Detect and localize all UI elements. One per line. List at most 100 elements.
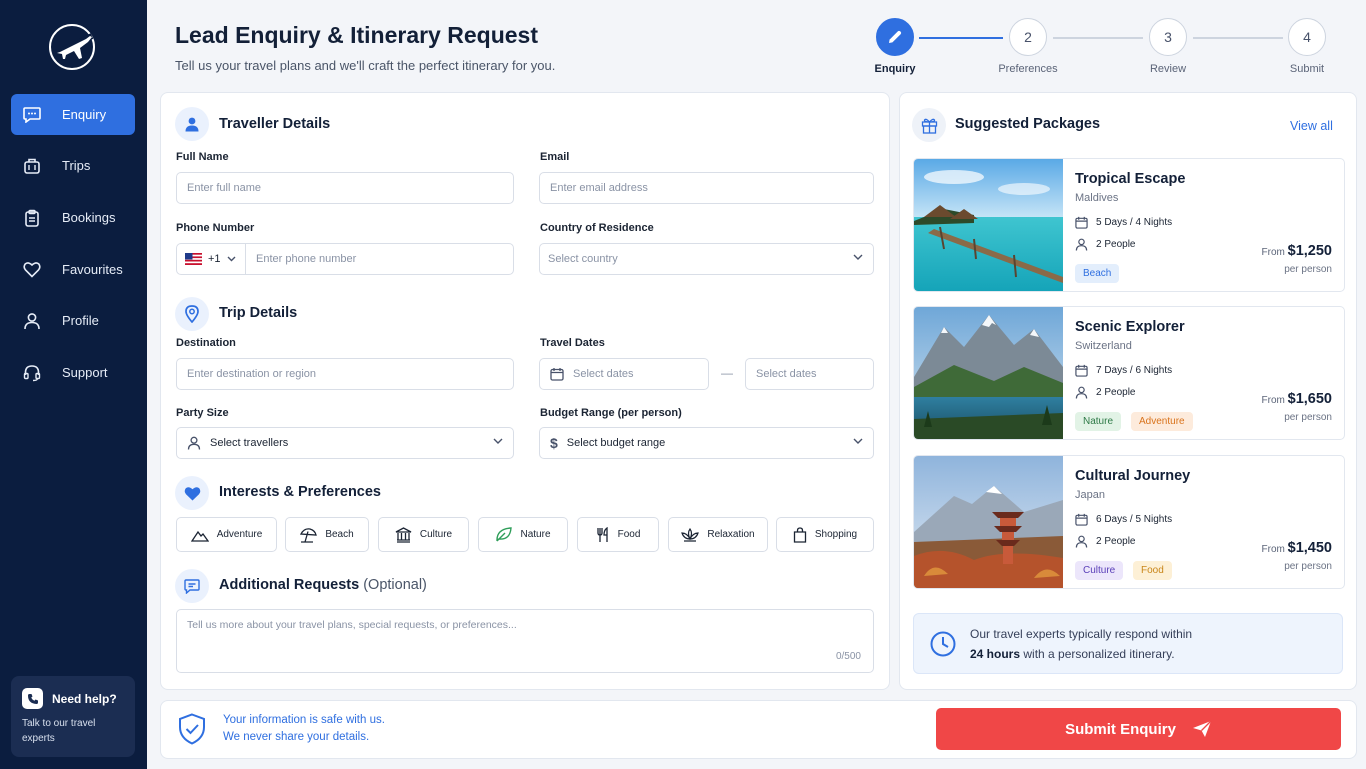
package-card-cultural-journey[interactable]: Cultural Journey Japan 6 Days / 5 Nights… xyxy=(913,455,1345,589)
suitcase-icon xyxy=(22,156,42,176)
step-connector xyxy=(1053,37,1143,39)
sidebar-item-profile[interactable]: Profile xyxy=(11,300,135,341)
sidebar-item-label: Bookings xyxy=(62,210,116,225)
user-icon xyxy=(22,311,42,331)
chat-icon xyxy=(22,105,42,125)
package-price: From $1,650 xyxy=(1261,391,1332,407)
umbrella-icon xyxy=(300,527,318,543)
character-counter: 0/500 xyxy=(835,651,861,662)
utensils-icon xyxy=(596,526,610,543)
budget-select[interactable]: $ Select budget range xyxy=(539,427,874,459)
interest-chip-nature[interactable]: Nature xyxy=(478,517,568,552)
calendar-icon xyxy=(1075,513,1088,526)
sidebar-item-trips[interactable]: Trips xyxy=(11,145,135,186)
tag-culture: Culture xyxy=(1075,561,1124,580)
location-pin-icon xyxy=(175,297,209,331)
package-people: 2 People xyxy=(1075,238,1135,251)
help-title: Need help? xyxy=(52,691,117,706)
tag-beach: Beach xyxy=(1075,264,1120,283)
progress-stepper: 2 3 4 Enquiry Preferences Review Submit xyxy=(866,18,1346,80)
step-4-label: Submit xyxy=(1289,63,1325,75)
step-1-circle[interactable] xyxy=(876,18,914,56)
submit-enquiry-button[interactable]: Submit Enquiry xyxy=(936,708,1341,750)
clipboard-icon xyxy=(22,208,42,228)
interest-chip-shopping[interactable]: Shopping xyxy=(776,517,874,552)
leaf-icon xyxy=(495,527,513,542)
dollar-icon: $ xyxy=(550,435,558,451)
step-4-circle[interactable]: 4 xyxy=(1288,18,1326,56)
heart-icon xyxy=(175,476,209,510)
bag-icon xyxy=(793,526,807,543)
package-price: From $1,450 xyxy=(1261,540,1332,556)
destination-input[interactable]: Enter destination or region xyxy=(176,358,514,390)
package-name: Cultural Journey xyxy=(1075,468,1191,484)
country-select[interactable]: Select country xyxy=(539,243,874,275)
mountain-icon xyxy=(190,528,209,542)
headset-icon xyxy=(22,363,42,383)
email-label: Email xyxy=(540,151,570,163)
interest-chip-culture[interactable]: Culture xyxy=(378,517,469,552)
step-connector xyxy=(919,37,1003,39)
party-size-label: Party Size xyxy=(176,407,229,419)
user-icon xyxy=(1075,535,1088,548)
chevron-down-icon xyxy=(493,438,503,444)
sidebar-item-label: Favourites xyxy=(62,262,123,277)
step-3-circle[interactable]: 3 xyxy=(1149,18,1187,56)
price-unit: per person xyxy=(1284,412,1332,423)
help-card[interactable]: Need help? Talk to our travel experts xyxy=(11,676,135,757)
tag-nature: Nature xyxy=(1075,412,1122,431)
user-icon xyxy=(175,107,209,141)
interest-chip-adventure[interactable]: Adventure xyxy=(176,517,277,552)
gift-icon xyxy=(912,108,946,142)
sidebar-item-enquiry[interactable]: Enquiry xyxy=(11,94,135,135)
start-date-input[interactable]: Select dates xyxy=(539,358,709,390)
price-unit: per person xyxy=(1284,561,1332,572)
interest-chip-relaxation[interactable]: Relaxation xyxy=(668,517,768,552)
budget-label: Budget Range (per person) xyxy=(540,407,682,419)
maldives-photo xyxy=(914,159,1063,291)
step-2-circle[interactable]: 2 xyxy=(1009,18,1047,56)
calendar-icon xyxy=(550,367,564,381)
package-people: 2 People xyxy=(1075,386,1135,399)
additional-requests-textarea[interactable]: Tell us more about your travel plans, sp… xyxy=(176,609,874,673)
page-title: Lead Enquiry & Itinerary Request xyxy=(175,22,538,48)
heart-icon xyxy=(22,260,42,280)
sidebar: Enquiry Trips Bookings Favourites Profil… xyxy=(0,0,147,769)
sidebar-item-bookings[interactable]: Bookings xyxy=(11,197,135,238)
package-name: Tropical Escape xyxy=(1075,171,1186,187)
end-date-input[interactable]: Select dates xyxy=(745,358,874,390)
price-unit: per person xyxy=(1284,264,1332,275)
chevron-down-icon xyxy=(227,256,236,262)
party-size-select[interactable]: Select travellers xyxy=(176,427,514,459)
country-label: Country of Residence xyxy=(540,222,654,234)
traveller-section-title: Traveller Details xyxy=(219,116,331,132)
sidebar-item-favourites[interactable]: Favourites xyxy=(11,249,135,290)
us-flag-icon xyxy=(185,253,202,265)
full-name-input[interactable]: Enter full name xyxy=(176,172,514,204)
full-name-label: Full Name xyxy=(176,151,229,163)
package-duration: 6 Days / 5 Nights xyxy=(1075,513,1172,526)
interest-chip-food[interactable]: Food xyxy=(577,517,659,552)
phone-label: Phone Number xyxy=(176,222,255,234)
country-code-select[interactable]: +1 xyxy=(177,244,246,274)
calendar-icon xyxy=(1075,364,1088,377)
trip-section-title: Trip Details xyxy=(219,305,298,321)
email-input[interactable]: Enter email address xyxy=(539,172,874,204)
switzerland-photo xyxy=(914,307,1063,439)
temple-icon xyxy=(395,526,412,543)
destination-label: Destination xyxy=(176,337,236,349)
user-icon xyxy=(1075,386,1088,399)
user-icon xyxy=(1075,238,1088,251)
pencil-icon xyxy=(889,30,902,43)
phone-input[interactable]: +1 Enter phone number xyxy=(176,243,514,275)
response-time-text: Our travel experts typically respond wit… xyxy=(970,627,1193,661)
message-icon xyxy=(175,569,209,603)
package-name: Scenic Explorer xyxy=(1075,319,1185,335)
package-card-tropical-escape[interactable]: Tropical Escape Maldives 5 Days / 4 Nigh… xyxy=(913,158,1345,292)
view-all-link[interactable]: View all xyxy=(1290,119,1333,133)
interest-chip-beach[interactable]: Beach xyxy=(285,517,369,552)
shield-check-icon xyxy=(179,713,205,745)
sidebar-item-support[interactable]: Support xyxy=(11,352,135,393)
package-card-scenic-explorer[interactable]: Scenic Explorer Switzerland 7 Days / 6 N… xyxy=(913,306,1345,440)
sidebar-item-label: Trips xyxy=(62,158,91,173)
